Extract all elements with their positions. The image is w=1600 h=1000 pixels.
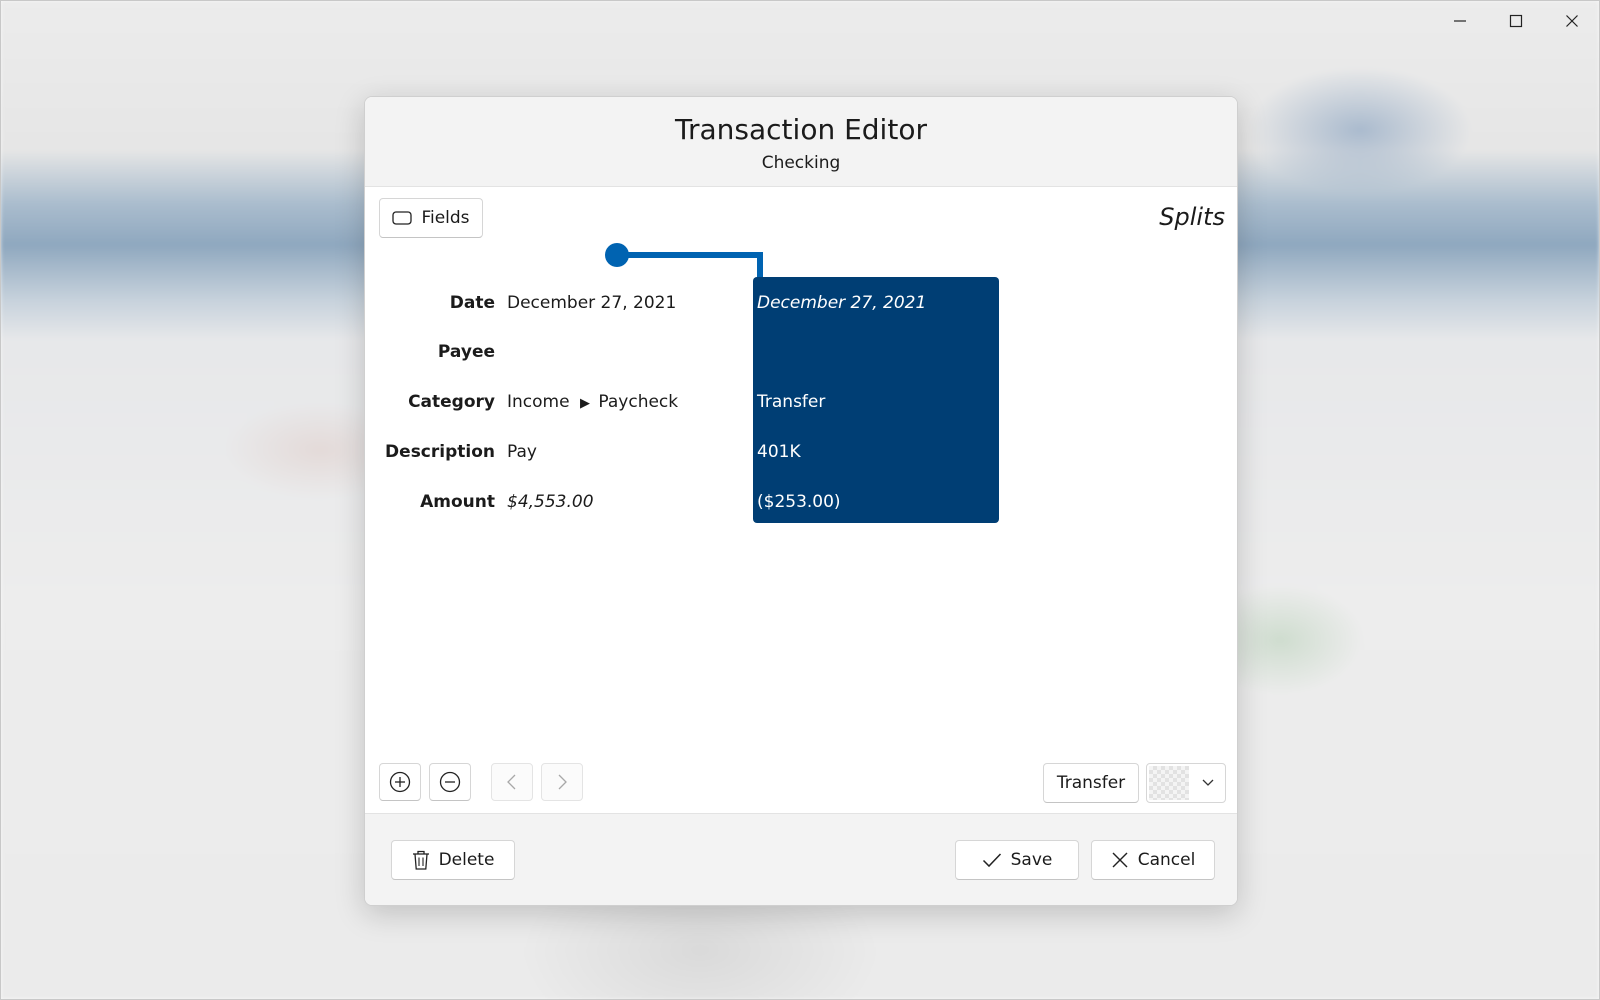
split-connector[interactable] — [605, 241, 785, 281]
next-split-button[interactable] — [541, 763, 583, 801]
dialog-footer: Delete Save Cancel — [365, 813, 1237, 905]
split-handle[interactable] — [605, 243, 629, 267]
description-value[interactable]: Pay — [507, 442, 537, 462]
previous-split-button[interactable] — [491, 763, 533, 801]
close-icon — [1566, 15, 1578, 27]
category-separator-icon: ▶ — [579, 396, 590, 411]
save-button-label: Save — [1010, 850, 1053, 870]
close-window-button[interactable] — [1544, 0, 1600, 42]
fields-icon — [392, 210, 413, 226]
chevron-down-icon — [1202, 779, 1214, 786]
transfer-button-label: Transfer — [1056, 773, 1126, 793]
split-date[interactable]: December 27, 2021 — [757, 293, 926, 313]
trash-icon — [412, 850, 430, 870]
category-parent: Income — [507, 392, 570, 412]
save-button[interactable]: Save — [955, 840, 1079, 880]
dialog-title: Transaction Editor — [675, 113, 927, 146]
description-label: Description — [385, 442, 495, 462]
minus-circle-icon — [439, 771, 461, 793]
cancel-button-label: Cancel — [1137, 850, 1196, 870]
delete-button[interactable]: Delete — [391, 840, 515, 880]
transaction-editor-dialog: Transaction Editor Checking Fields Split… — [364, 96, 1238, 906]
plus-circle-icon — [389, 771, 411, 793]
maximize-icon — [1509, 14, 1523, 28]
split-description[interactable]: 401K — [757, 442, 801, 462]
cancel-button[interactable]: Cancel — [1091, 840, 1215, 880]
split-card[interactable]: December 27, 2021 Transfer 401K ($253.00… — [753, 277, 999, 523]
date-value[interactable]: December 27, 2021 — [507, 293, 676, 313]
close-icon — [1111, 851, 1129, 869]
split-amount[interactable]: ($253.00) — [757, 492, 841, 512]
transfer-button[interactable]: Transfer — [1043, 763, 1139, 803]
dialog-subtitle: Checking — [761, 153, 841, 173]
category-label: Category — [408, 392, 495, 412]
payee-label: Payee — [437, 342, 495, 362]
color-dropdown[interactable] — [1146, 763, 1226, 803]
category-child: Paycheck — [598, 392, 679, 412]
dialog-header: Transaction Editor Checking — [365, 97, 1237, 187]
add-split-button[interactable] — [379, 763, 421, 801]
amount-label: Amount — [420, 492, 495, 512]
color-swatch — [1149, 766, 1189, 800]
amount-value[interactable]: $4,553.00 — [507, 492, 594, 512]
minimize-button[interactable] — [1432, 0, 1488, 42]
fields-button-label: Fields — [421, 208, 470, 228]
minimize-icon — [1454, 20, 1466, 22]
split-category[interactable]: Transfer — [757, 392, 825, 412]
category-value[interactable]: Income ▶ Paycheck — [507, 392, 678, 412]
checkmark-icon — [982, 852, 1002, 868]
maximize-button[interactable] — [1488, 0, 1544, 42]
splits-heading: Splits — [1159, 203, 1225, 231]
delete-button-label: Delete — [438, 850, 495, 870]
remove-split-button[interactable] — [429, 763, 471, 801]
chevron-left-icon — [507, 774, 516, 790]
fields-button[interactable]: Fields — [379, 198, 483, 238]
date-label: Date — [449, 293, 495, 313]
chevron-right-icon — [558, 774, 567, 790]
